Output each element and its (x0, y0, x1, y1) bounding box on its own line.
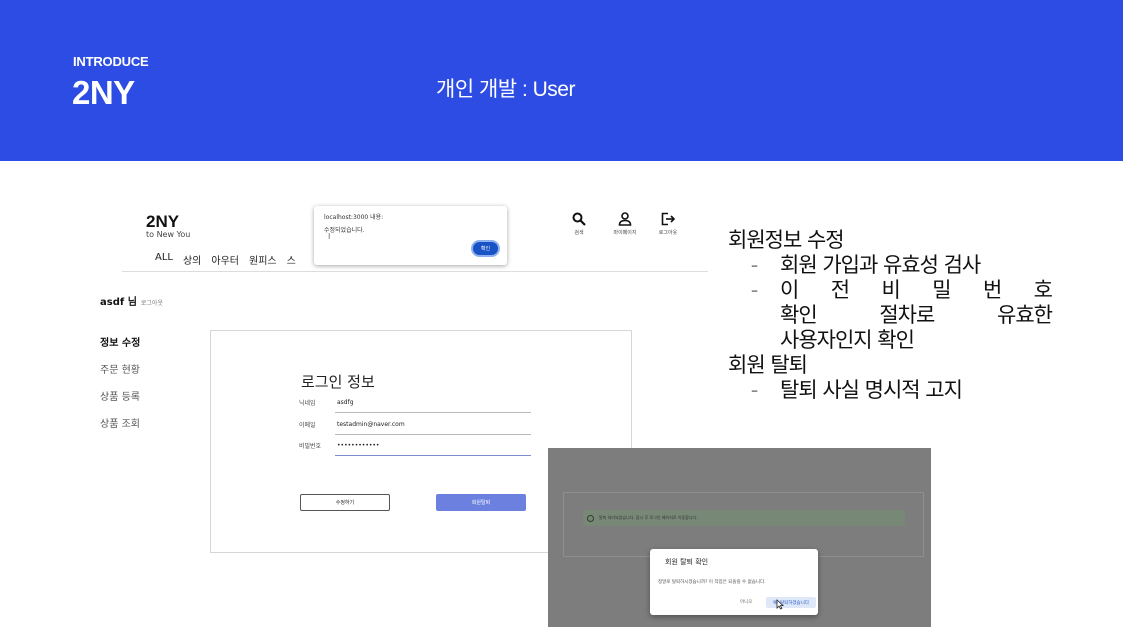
modal-title: 회원 탈퇴 확인 (665, 558, 709, 566)
notes-item: - 탈퇴 사실 명시적 고지 (728, 378, 1052, 403)
password-underline (335, 455, 531, 456)
nickname-field[interactable]: 닉네임 asdfg (299, 398, 531, 413)
bullet-dash: - (750, 378, 759, 402)
user-name: asdf 님 (100, 297, 137, 308)
mypage-label: 마이페이지 (613, 230, 637, 236)
notes-item-text: 확인 절차로 유효한 (780, 303, 1053, 327)
user-logout-link[interactable]: 로그아웃 (141, 300, 163, 307)
notes-heading-edit: 회원정보 수정 (728, 228, 845, 252)
email-field[interactable]: 이메일 testadmin@naver.com (299, 420, 531, 435)
notes-item: - 이 전 비 밀 번 호 (728, 278, 1053, 303)
logout-label: 로그아웃 (658, 230, 678, 236)
nav-divider (122, 271, 708, 272)
withdraw-button[interactable]: 회원탈퇴 (436, 494, 526, 511)
search-button[interactable]: 검색 (559, 212, 599, 236)
notes-heading-withdraw: 회원 탈퇴 (728, 353, 808, 377)
side-menu-orders[interactable]: 주문 현황 (100, 361, 140, 388)
nickname-label: 닉네임 (299, 400, 316, 407)
password-value[interactable]: •••••••••••• (337, 442, 379, 449)
notes-item-text: 탈퇴 사실 명시적 고지 (780, 378, 963, 402)
password-field[interactable]: 비밀번호 •••••••••••• (299, 441, 531, 456)
nav-item-partial[interactable]: 스 (287, 252, 296, 267)
logout-button[interactable]: 로그아웃 (648, 212, 688, 236)
notes-item: 확인 절차로 유효한 (728, 303, 1053, 328)
search-icon (572, 212, 586, 226)
alert-ok-button[interactable]: 확인 (471, 240, 500, 257)
password-label: 비밀번호 (299, 443, 322, 450)
category-nav: ALL 상의 아우터 원피스 스 (155, 252, 296, 267)
notes-item: - 회원 가입과 유효성 검사 (728, 253, 1052, 278)
withdraw-confirm-modal: 회원 탈퇴 확인 정말로 탈퇴하시겠습니까? 이 작업은 되돌릴 수 없습니다.… (650, 549, 818, 615)
dimmed-panel: 탈퇴 처리되었습니다. 잠시 후 로그인 페이지로 이동합니다. (563, 492, 924, 557)
edit-button[interactable]: 수정하기 (300, 494, 390, 511)
brand-title: 2NY (72, 74, 135, 111)
site-tagline: to New You (146, 230, 191, 239)
nickname-value[interactable]: asdfg (337, 399, 354, 406)
notes-item: 사용자인지 확인 (728, 328, 1052, 353)
withdraw-screenshot: 탈퇴 처리되었습니다. 잠시 후 로그인 페이지로 이동합니다. 회원 탈퇴 확… (548, 448, 931, 627)
notes-item-text: 사용자인지 확인 (780, 328, 915, 352)
mypage-button[interactable]: 마이페이지 (605, 212, 645, 236)
side-menu-edit-info[interactable]: 정보 수정 (100, 334, 140, 361)
side-menu-view-products[interactable]: 상품 조회 (100, 415, 140, 442)
bullet-dash: - (750, 278, 759, 302)
nav-item-dress[interactable]: 원피스 (249, 252, 277, 267)
banner-text: 탈퇴 처리되었습니다. 잠시 후 로그인 페이지로 이동합니다. (599, 515, 698, 520)
mypage-side-menu: 정보 수정 주문 현황 상품 등록 상품 조회 (100, 334, 140, 442)
success-banner: 탈퇴 처리되었습니다. 잠시 후 로그인 페이지로 이동합니다. (583, 510, 905, 526)
form-title: 로그인 정보 (301, 373, 375, 391)
logout-icon (661, 212, 675, 226)
modal-message: 정말로 탈퇴하시겠습니까? 이 작업은 되돌릴 수 없습니다. (658, 580, 766, 585)
slide-title: 개인 개발 : User (436, 78, 575, 101)
alert-title: localhost:3000 내용: (324, 214, 384, 221)
nickname-underline (335, 412, 531, 413)
notes-item-text: 회원 가입과 유효성 검사 (780, 253, 981, 277)
check-circle-icon (587, 514, 594, 522)
site-logo[interactable]: 2NY (146, 212, 179, 232)
modal-cancel-button[interactable]: 아니오 (740, 599, 752, 605)
nav-item-all[interactable]: ALL (155, 252, 173, 267)
email-value[interactable]: testadmin@naver.com (337, 421, 405, 428)
pointer-cursor-icon (776, 599, 784, 610)
side-menu-register-product[interactable]: 상품 등록 (100, 388, 140, 415)
browser-alert: localhost:3000 내용: 수정되었습니다. I 확인 (314, 206, 507, 265)
modal-confirm-button[interactable]: 예, 탈퇴하겠습니다 (766, 597, 816, 608)
email-underline (335, 434, 531, 435)
header-band: INTRODUCE 2NY 개인 개발 : User (0, 0, 1123, 161)
search-label: 검색 (574, 230, 584, 236)
bullet-dash: - (750, 253, 759, 277)
email-label: 이메일 (299, 422, 316, 429)
slide: INTRODUCE 2NY 개인 개발 : User 2NY to New Yo… (0, 0, 1123, 636)
nav-item-outer[interactable]: 아우터 (211, 252, 239, 267)
feature-notes: 회원정보 수정 - 회원 가입과 유효성 검사 - 이 전 비 밀 번 호 확인… (728, 228, 1053, 403)
text-cursor-icon: I (328, 232, 331, 241)
user-icon (618, 212, 632, 226)
nav-item-top[interactable]: 상의 (183, 252, 201, 267)
eyebrow-label: INTRODUCE (73, 54, 149, 69)
user-greeting: asdf 님 로그아웃 (100, 293, 163, 308)
notes-item-text: 이 전 비 밀 번 호 (780, 278, 1053, 302)
